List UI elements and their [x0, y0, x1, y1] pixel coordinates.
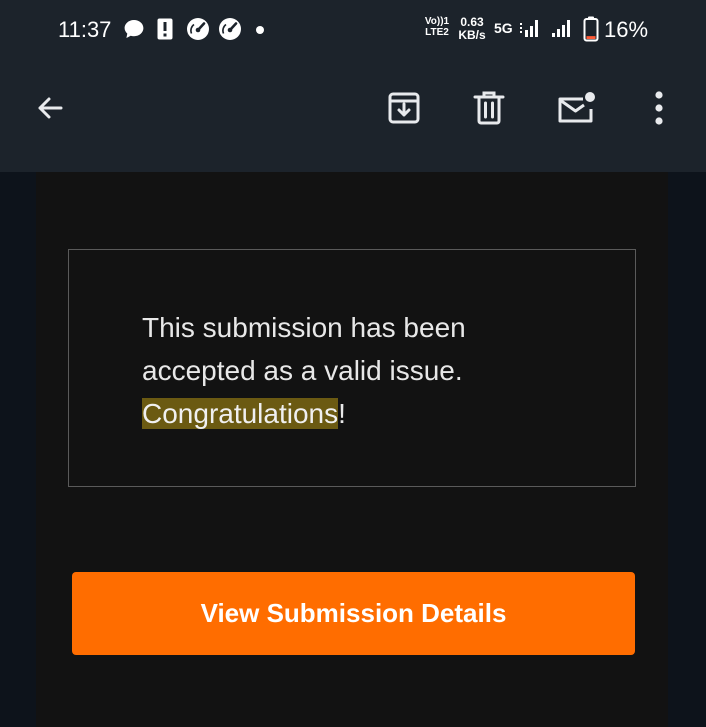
speed-unit: KB/s: [458, 28, 486, 42]
battery-percent: 16%: [604, 17, 649, 42]
message-line-2: accepted as a valid issue.: [142, 355, 463, 386]
view-submission-details-button[interactable]: View Submission Details: [72, 572, 635, 655]
status-bar: 11:37 Vo))1 LTE2 0.63 KB/s 5G 16%: [0, 0, 706, 62]
signal-icon: [552, 18, 574, 43]
network-type: 5G: [494, 20, 513, 36]
message-suffix: !: [338, 398, 346, 429]
message-box: This submission has been accepted as a v…: [68, 249, 636, 487]
volte-line2: LTE2: [425, 27, 449, 38]
trash-icon: [472, 90, 506, 131]
status-time: 11:37: [58, 17, 112, 42]
back-button[interactable]: [30, 90, 70, 130]
volte-line1: Vo))1: [424, 16, 450, 27]
chat-bubble-icon: [122, 17, 146, 46]
speedometer-icon: [186, 17, 210, 46]
signal-icon: [520, 18, 542, 43]
more-vert-icon: [654, 90, 664, 131]
app-header: 11:37 Vo))1 LTE2 0.63 KB/s 5G 16%: [0, 0, 706, 172]
dot-icon: [256, 26, 264, 34]
network-speed: 0.63 KB/s: [455, 16, 489, 42]
archive-button[interactable]: [384, 90, 424, 130]
back-arrow-icon: [34, 92, 66, 129]
mark-unread-icon: [556, 90, 596, 131]
message-text: This submission has been accepted as a v…: [142, 306, 562, 435]
highlighted-word: Congratulations: [142, 398, 339, 429]
email-screen: 11:37 Vo))1 LTE2 0.63 KB/s 5G 16% This s…: [0, 0, 706, 727]
battery-icon: [583, 16, 599, 47]
alert-card-icon: [156, 17, 174, 46]
speedometer-icon: [218, 17, 242, 46]
archive-icon: [386, 90, 422, 131]
mark-unread-button[interactable]: [556, 90, 596, 130]
message-line-1: This submission has been: [142, 312, 466, 343]
more-options-button[interactable]: [639, 90, 679, 130]
app-bar: [0, 62, 706, 172]
email-body: This submission has been accepted as a v…: [36, 172, 668, 727]
volte-indicator: Vo))1 LTE2: [422, 16, 452, 38]
delete-button[interactable]: [469, 90, 509, 130]
